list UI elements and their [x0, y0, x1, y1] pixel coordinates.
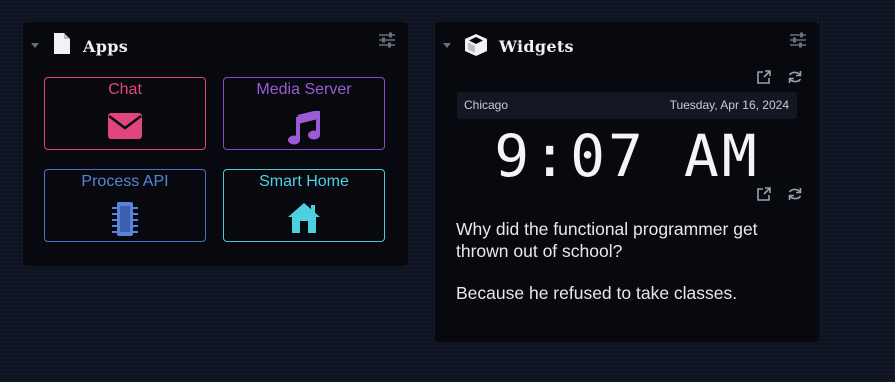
refresh-icon[interactable] [786, 68, 804, 86]
apps-panel-title: Apps [83, 37, 128, 56]
app-label-chat: Chat [108, 81, 142, 98]
app-label-smart-home: Smart Home [259, 173, 349, 190]
apps-panel-header: Apps [23, 22, 408, 70]
envelope-icon [108, 113, 142, 139]
app-label-media-server: Media Server [256, 81, 352, 98]
cube-icon [465, 34, 487, 56]
external-link-icon[interactable] [755, 68, 773, 86]
sliders-icon[interactable] [789, 32, 807, 48]
caret-down-icon[interactable] [31, 43, 39, 48]
clock-time: 9:07 AM [494, 124, 759, 188]
chip-icon [112, 202, 138, 236]
refresh-icon[interactable] [786, 185, 804, 203]
svg-text:9:07 AM: 9:07 AM [494, 124, 759, 188]
music-note-icon [288, 111, 320, 145]
widgets-panel-title: Widgets [499, 37, 574, 56]
home-icon [288, 203, 320, 233]
sliders-icon[interactable] [378, 32, 396, 48]
caret-down-icon[interactable] [443, 43, 451, 48]
joke-answer: Because he refused to take classes. [456, 283, 738, 303]
clock-city: Chicago [464, 98, 509, 112]
app-label-process-api: Process API [81, 173, 169, 190]
app-tile-media-server[interactable]: Media Server [223, 77, 385, 150]
widgets-panel-header: Widgets [435, 22, 819, 70]
joke-question: Why did the functional programmer get th… [456, 219, 758, 261]
clock-date: Tuesday, Apr 16, 2024 [669, 98, 789, 112]
apps-panel: Apps Chat Media Server Process API Smart… [23, 22, 408, 266]
app-tile-chat[interactable]: Chat [44, 77, 206, 150]
clock-location-bar: Chicago Tuesday, Apr 16, 2024 [457, 92, 797, 119]
app-tile-smart-home[interactable]: Smart Home [223, 169, 385, 242]
widgets-panel: Widgets Chicago Tuesday, Apr 16, 2024 9:… [435, 22, 819, 342]
external-link-icon[interactable] [755, 185, 773, 203]
app-tile-process-api[interactable]: Process API [44, 169, 206, 242]
file-icon [54, 33, 70, 54]
